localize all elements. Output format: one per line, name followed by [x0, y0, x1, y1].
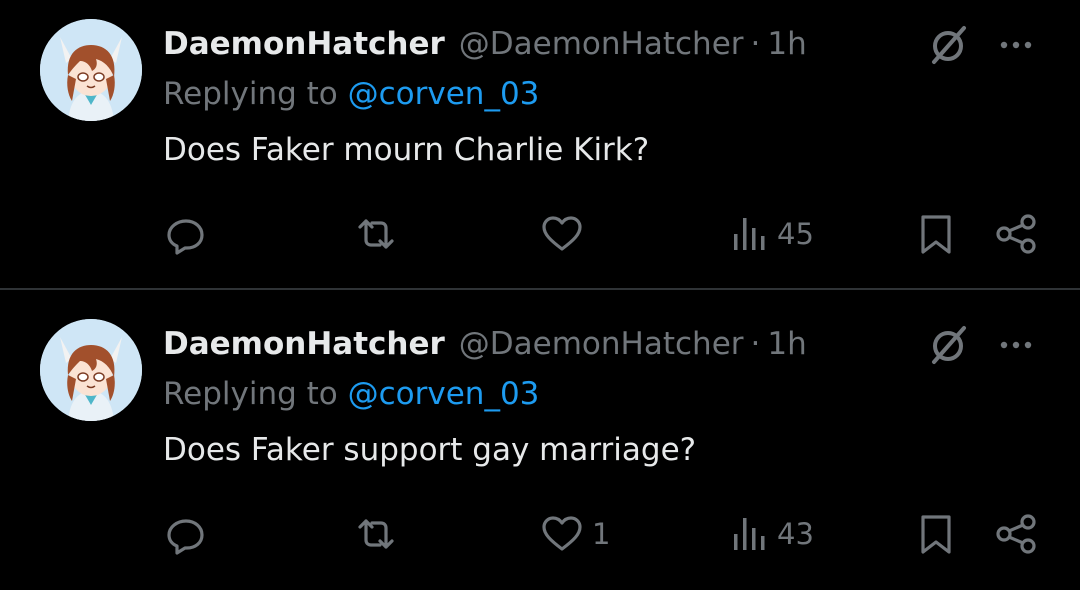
display-name[interactable]: DaemonHatcher [163, 326, 445, 362]
user-handle[interactable]: @DaemonHatcher [459, 26, 744, 62]
views-button[interactable]: 45 [733, 208, 814, 260]
heart-icon [542, 516, 582, 551]
views-icon [734, 518, 765, 550]
post-header: DaemonHatcher @DaemonHatcher · 1h [163, 320, 807, 368]
post-divider [0, 288, 1080, 290]
separator: · [750, 326, 761, 362]
post-text: Does Faker mourn Charlie Kirk? [163, 132, 650, 168]
bookmark-button[interactable] [918, 508, 954, 560]
timestamp[interactable]: 1h [767, 326, 806, 362]
post-2[interactable]: DaemonHatcher @DaemonHatcher · 1h Replyi… [0, 300, 1080, 590]
replying-label: Replying to [163, 76, 348, 112]
view-count: 43 [777, 517, 814, 551]
reply-icon [167, 519, 204, 555]
mention-link[interactable]: @corven_03 [348, 376, 540, 412]
share-button[interactable] [994, 208, 1038, 260]
views-icon [734, 218, 765, 250]
grok-icon[interactable] [926, 22, 972, 68]
view-count: 45 [777, 217, 814, 251]
repost-button[interactable] [354, 508, 406, 560]
action-bar: 1 43 [0, 508, 1080, 560]
repost-button[interactable] [354, 208, 406, 260]
repost-icon [358, 519, 394, 549]
bookmark-button[interactable] [918, 208, 954, 260]
anime-avatar-image [40, 319, 142, 421]
like-button[interactable] [540, 208, 592, 260]
more-icon[interactable] [996, 25, 1036, 65]
heart-icon [542, 216, 582, 251]
repost-icon [358, 219, 394, 249]
avatar[interactable] [40, 19, 142, 121]
user-handle[interactable]: @DaemonHatcher [459, 326, 744, 362]
reply-icon [167, 219, 204, 255]
views-button[interactable]: 43 [733, 508, 814, 560]
post-header: DaemonHatcher @DaemonHatcher · 1h [163, 20, 807, 68]
avatar[interactable] [40, 319, 142, 421]
share-button[interactable] [994, 508, 1038, 560]
grok-icon[interactable] [926, 322, 972, 368]
like-count: 1 [592, 517, 611, 551]
mention-link[interactable]: @corven_03 [348, 76, 540, 112]
timestamp[interactable]: 1h [767, 26, 806, 62]
bookmark-icon [921, 215, 951, 254]
reply-button[interactable] [164, 508, 216, 560]
share-icon [996, 214, 1036, 254]
display-name[interactable]: DaemonHatcher [163, 26, 445, 62]
like-button[interactable]: 1 [540, 508, 610, 560]
anime-avatar-image [40, 19, 142, 121]
post-1[interactable]: DaemonHatcher @DaemonHatcher · 1h Replyi… [0, 0, 1080, 290]
reply-button[interactable] [164, 208, 216, 260]
action-bar: 45 [0, 208, 1080, 260]
separator: · [750, 26, 761, 62]
replying-label: Replying to [163, 376, 348, 412]
replying-to: Replying to @corven_03 [163, 376, 539, 412]
bookmark-icon [921, 515, 951, 554]
post-text: Does Faker support gay marriage? [163, 432, 697, 468]
share-icon [996, 514, 1036, 554]
replying-to: Replying to @corven_03 [163, 76, 539, 112]
more-icon[interactable] [996, 325, 1036, 365]
